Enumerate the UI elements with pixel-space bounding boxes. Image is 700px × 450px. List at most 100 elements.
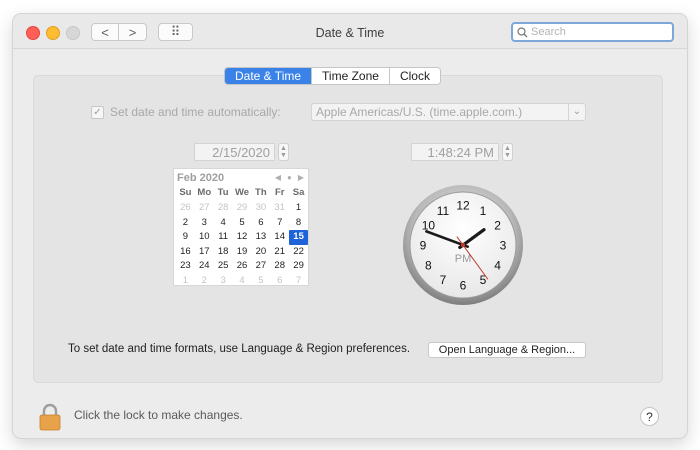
calendar-nav: ◀ ● ▶: [275, 172, 304, 184]
clock-numeral: 11: [437, 204, 450, 218]
clock-numeral: 12: [456, 199, 470, 213]
auto-set-row: ✓ Set date and time automatically:: [91, 104, 281, 120]
calendar-day[interactable]: 8: [289, 216, 308, 231]
date-field[interactable]: 2/15/2020: [194, 143, 275, 161]
chevron-down-icon: ⌄: [568, 104, 585, 120]
lock-icon[interactable]: [38, 403, 62, 431]
stepper-down-icon: ▼: [504, 152, 511, 159]
time-field[interactable]: 1:48:24 PM: [411, 143, 499, 161]
help-button[interactable]: ?: [640, 407, 659, 426]
analog-clock: PM 12 1 2 3 4 5 6 7 8 9 10 11: [401, 183, 525, 307]
calendar-day[interactable]: 5: [251, 274, 270, 289]
calendar-day[interactable]: 19: [233, 245, 252, 260]
calendar-weekday: Fr: [274, 187, 285, 198]
forward-button[interactable]: >: [119, 23, 147, 41]
calendar-day[interactable]: 16: [176, 245, 195, 260]
calendar-day[interactable]: 31: [270, 201, 289, 216]
date-stepper[interactable]: ▲ ▼: [278, 143, 289, 161]
calendar-day[interactable]: 26: [176, 201, 195, 216]
calendar-day[interactable]: 11: [214, 230, 233, 245]
chevron-left-icon: <: [101, 24, 109, 40]
calendar-day[interactable]: 2: [176, 216, 195, 231]
close-window-button[interactable]: [26, 26, 40, 40]
minimize-window-button[interactable]: [46, 26, 60, 40]
calendar-day[interactable]: 14: [270, 230, 289, 245]
clock-numeral: 6: [460, 279, 467, 293]
clock-numeral: 10: [422, 219, 436, 233]
tab-bar: Date & Time Time Zone Clock: [224, 67, 441, 85]
calendar-day[interactable]: 28: [270, 259, 289, 274]
search-icon: [517, 27, 528, 38]
calendar: Feb 2020 ◀ ● ▶ Su Mo Tu We Th Fr Sa 26 27 28 29 30…: [173, 168, 309, 286]
clock-center-pin: [460, 242, 466, 248]
today-icon[interactable]: ●: [287, 172, 292, 184]
calendar-day[interactable]: 17: [195, 245, 214, 260]
calendar-day[interactable]: 5: [233, 216, 252, 231]
clock-numeral: 3: [500, 239, 507, 253]
tab-time-zone[interactable]: Time Zone: [311, 68, 389, 84]
calendar-day[interactable]: 23: [176, 259, 195, 274]
tab-clock[interactable]: Clock: [388, 68, 440, 84]
formats-hint: To set date and time formats, use Langua…: [68, 343, 411, 355]
clock-numeral: 4: [494, 259, 501, 273]
calendar-day[interactable]: 20: [251, 245, 270, 260]
calendar-day[interactable]: 4: [233, 274, 252, 289]
calendar-day[interactable]: 3: [214, 274, 233, 289]
search-input[interactable]: [531, 25, 667, 39]
stepper-up-icon: ▲: [280, 145, 287, 152]
calendar-day[interactable]: 3: [195, 216, 214, 231]
calendar-weekday: Tu: [217, 187, 229, 198]
next-month-icon[interactable]: ▶: [298, 172, 304, 184]
calendar-day[interactable]: 24: [195, 259, 214, 274]
auto-set-checkbox[interactable]: ✓: [91, 105, 104, 119]
calendar-day[interactable]: 27: [195, 201, 214, 216]
open-language-region-button[interactable]: Open Language & Region...: [428, 342, 586, 358]
calendar-day[interactable]: 29: [289, 259, 308, 274]
tab-date-time[interactable]: Date & Time: [225, 68, 312, 84]
calendar-day[interactable]: 10: [195, 230, 214, 245]
calendar-day[interactable]: 25: [214, 259, 233, 274]
calendar-day[interactable]: 4: [214, 216, 233, 231]
calendar-weekday: Mo: [197, 187, 212, 198]
calendar-day[interactable]: 12: [233, 230, 252, 245]
time-stepper[interactable]: ▲ ▼: [502, 143, 513, 161]
stepper-up-icon: ▲: [504, 145, 511, 152]
calendar-weekday: We: [234, 187, 250, 198]
calendar-day[interactable]: 1: [176, 274, 195, 289]
calendar-day[interactable]: 2: [195, 274, 214, 289]
calendar-day[interactable]: 28: [214, 201, 233, 216]
zoom-window-button[interactable]: [66, 26, 80, 40]
clock-numeral: 2: [494, 219, 501, 233]
calendar-day[interactable]: 6: [251, 216, 270, 231]
back-button[interactable]: <: [91, 23, 119, 41]
calendar-month: Feb 2020: [177, 172, 225, 184]
calendar-day[interactable]: 29: [233, 201, 252, 216]
calendar-weekday: Th: [255, 187, 267, 198]
calendar-grid: 26 27 28 29 30 31 1 2 3 4 5 6 7 8 9 10 11 12 13 14 15 16 17 18 1…: [176, 201, 308, 288]
clock-numeral: 5: [480, 273, 487, 287]
calendar-day[interactable]: 18: [214, 245, 233, 260]
calendar-day[interactable]: 21: [270, 245, 289, 260]
clock-period: PM: [455, 253, 472, 265]
search-field[interactable]: [511, 22, 674, 42]
calendar-day[interactable]: 22: [289, 245, 308, 260]
calendar-day[interactable]: 27: [251, 259, 270, 274]
calendar-day[interactable]: 26: [233, 259, 252, 274]
previous-month-icon[interactable]: ◀: [275, 172, 281, 184]
show-all-button[interactable]: ⠿: [158, 23, 193, 41]
calendar-day[interactable]: 1: [289, 201, 308, 216]
stepper-down-icon: ▼: [280, 152, 287, 159]
title-bar: < > ⠿ Date & Time: [13, 14, 687, 49]
calendar-day[interactable]: 13: [251, 230, 270, 245]
calendar-day[interactable]: 6: [270, 274, 289, 289]
clock-numeral: 1: [480, 204, 487, 218]
calendar-day[interactable]: 15: [289, 230, 308, 245]
content-panel: [33, 75, 663, 383]
calendar-weekday: Sa: [292, 187, 305, 198]
calendar-day[interactable]: 30: [251, 201, 270, 216]
time-server-select[interactable]: Apple Americas/U.S. (time.apple.com.) ⌄: [311, 103, 586, 121]
calendar-weekdays: Su Mo Tu We Th Fr Sa: [176, 187, 308, 199]
calendar-day[interactable]: 9: [176, 230, 195, 245]
calendar-day[interactable]: 7: [270, 216, 289, 231]
calendar-day[interactable]: 7: [289, 274, 308, 289]
